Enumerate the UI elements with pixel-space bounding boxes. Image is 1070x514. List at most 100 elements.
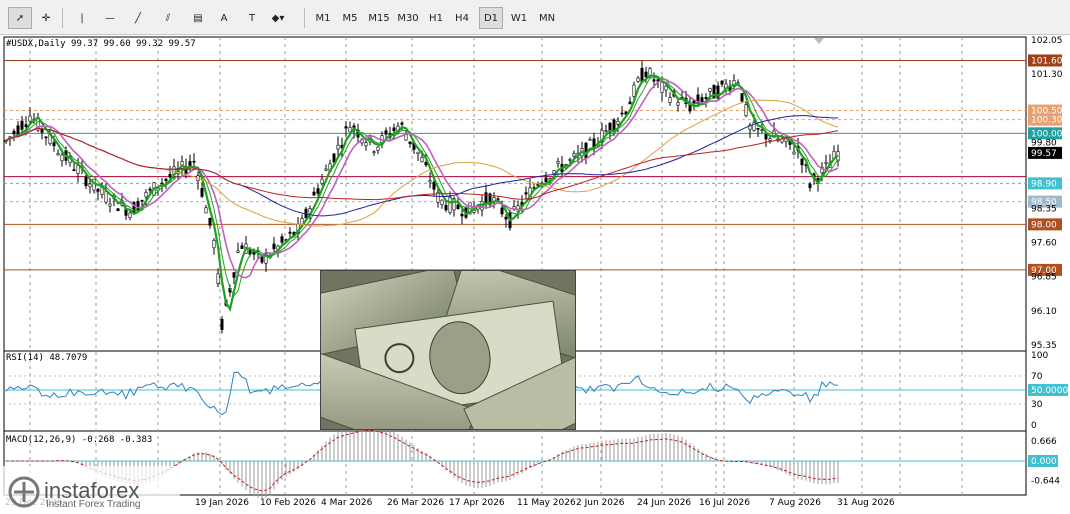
candle-body (52, 142, 56, 147)
candle-body (84, 176, 88, 187)
candle-body (76, 165, 80, 174)
timeframe-mn[interactable]: MN (535, 7, 559, 29)
candle-body (688, 104, 692, 112)
candle-body (116, 208, 120, 212)
candle-body (616, 120, 620, 125)
toolbar-separator (62, 8, 63, 28)
rsi-scale-label: 70 (1031, 372, 1043, 382)
trendline-icon[interactable]: ╱ (126, 7, 150, 29)
candle-body (336, 144, 340, 150)
candle-body (824, 161, 828, 164)
candle-body (364, 142, 368, 147)
macd-scale-label: -0.644 (1031, 476, 1060, 486)
instaforex-logo-icon (8, 476, 40, 508)
price-label: 97.60 (1031, 239, 1057, 249)
candle-body (24, 124, 28, 127)
dollar-bills-image (320, 270, 576, 430)
rsi-scale-label: 100 (1031, 351, 1048, 361)
candle-body (192, 160, 196, 163)
candle-body (460, 213, 464, 217)
timeframe-m30[interactable]: M30 (394, 7, 422, 29)
macd-scale-label: 0.666 (1031, 437, 1057, 447)
timeframe-h4[interactable]: H4 (450, 7, 474, 29)
candle-body (140, 199, 144, 202)
horizontal-line-icon[interactable]: — (98, 7, 122, 29)
candle-body (644, 71, 648, 78)
candle-body (552, 170, 556, 174)
candle-body (136, 201, 140, 211)
candle-body (372, 151, 376, 154)
macd-label: MACD(12,26,9) -0.268 -0.383 (6, 435, 153, 445)
shapes-icon[interactable]: ◆▾ (266, 7, 290, 29)
candle-body (524, 192, 528, 195)
rsi-scale-label: 30 (1031, 400, 1043, 410)
rsi-label: RSI(14) 48.7079 (6, 353, 88, 363)
candle-body (628, 101, 632, 105)
candle-body (800, 158, 804, 166)
timeframe-w1[interactable]: W1 (507, 7, 531, 29)
timeframe-m1[interactable]: M1 (311, 7, 335, 29)
price-label: 96.10 (1031, 307, 1057, 317)
candle-body (432, 181, 436, 190)
timeframe-m15[interactable]: M15 (365, 7, 393, 29)
channel-icon[interactable]: ⫽ (156, 7, 180, 29)
price-label: 101.60 (1031, 56, 1063, 66)
candle-body (780, 138, 784, 143)
timeframe-h1[interactable]: H1 (424, 7, 448, 29)
fibonacci-icon[interactable]: ▤ (186, 7, 210, 29)
candle-body (400, 122, 404, 125)
candle-body (556, 161, 560, 164)
price-label: 95.35 (1031, 341, 1057, 351)
candle-body (740, 93, 744, 102)
candle-body (44, 136, 48, 139)
candle-body (792, 151, 796, 155)
date-label: 4 Mar 2026 (321, 498, 373, 508)
candle-body (200, 188, 204, 197)
text-label-icon[interactable]: T (240, 7, 264, 29)
candle-body (664, 85, 668, 91)
symbol-label: #USDX,Daily 99.37 99.60 99.32 99.57 (6, 39, 196, 49)
date-label: 31 Aug 2026 (837, 498, 895, 508)
price-label: 100.30 (1031, 116, 1063, 126)
price-label: 98.00 (1031, 220, 1057, 230)
candle-body (708, 87, 712, 92)
candle-body (12, 130, 16, 135)
candle-body (60, 154, 64, 162)
candle-body (808, 183, 812, 188)
candle-body (392, 127, 396, 132)
candle-body (344, 126, 348, 129)
timeframe-m5[interactable]: M5 (338, 7, 362, 29)
candle-body (272, 243, 276, 250)
cursor-icon[interactable]: ➚ (8, 7, 32, 29)
candle-body (456, 204, 460, 210)
candle-body (236, 250, 240, 253)
timeframe-d1[interactable]: D1 (479, 7, 503, 29)
candle-body (128, 212, 132, 218)
date-label: 2 Jun 2026 (576, 498, 625, 508)
candle-body (312, 191, 316, 196)
candle-body (588, 138, 592, 141)
candle-body (324, 168, 328, 171)
candle-body (660, 81, 664, 93)
candle-body (764, 133, 768, 140)
candle-body (404, 134, 408, 141)
candle-body (440, 199, 444, 205)
candle-body (20, 120, 24, 130)
candle-body (756, 128, 760, 130)
vertical-line-icon[interactable]: | (70, 7, 94, 29)
candle-body (72, 169, 76, 171)
price-label: 101.30 (1031, 70, 1063, 80)
price-label: 102.05 (1031, 36, 1063, 46)
date-label: 19 Jan 2026 (195, 498, 249, 508)
candle-body (188, 161, 192, 166)
text-icon[interactable]: A (212, 7, 236, 29)
candle-body (444, 205, 448, 211)
price-label: 98.90 (1031, 179, 1057, 189)
candle-body (220, 318, 224, 330)
candle-body (376, 146, 380, 151)
candle-body (168, 174, 172, 178)
crosshair-icon[interactable]: ✛ (34, 7, 58, 29)
candle-body (744, 104, 748, 117)
candle-body (320, 178, 324, 184)
candle-body (212, 239, 216, 249)
